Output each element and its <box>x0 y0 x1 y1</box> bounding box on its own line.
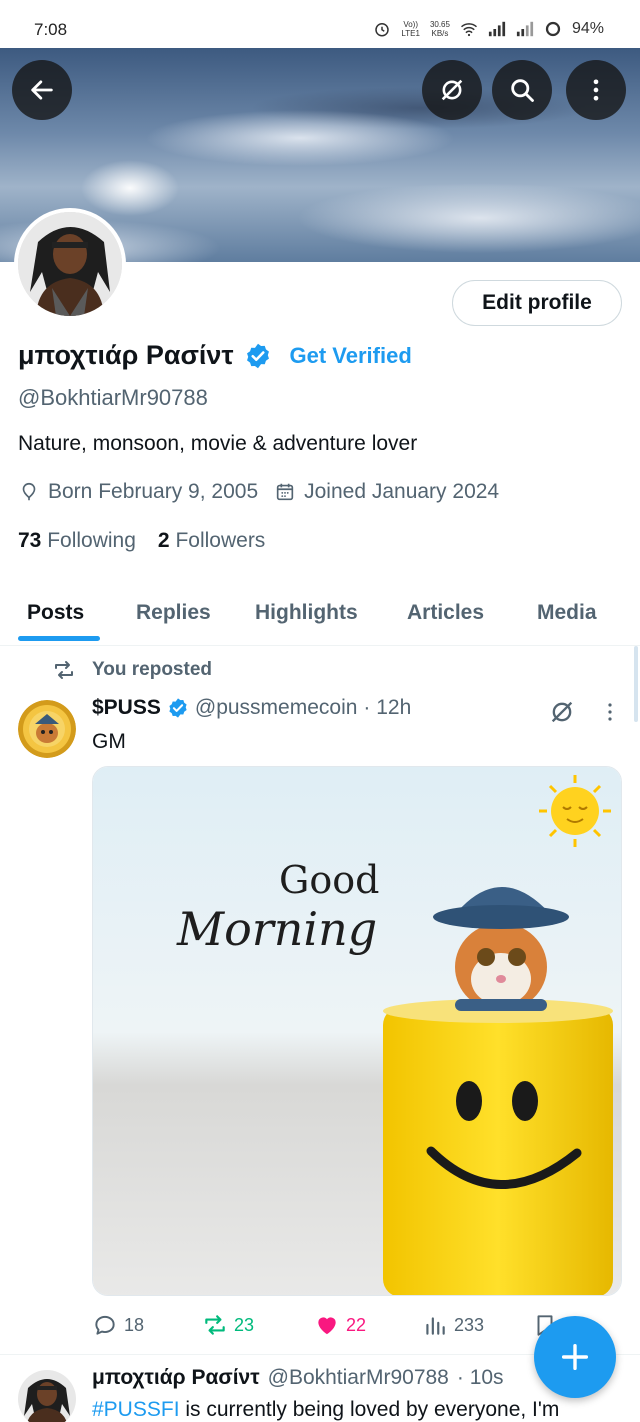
post-header: $PUSS @pussmemecoin · 12h <box>92 696 411 720</box>
joined-date: Joined January 2024 <box>304 480 500 503</box>
tab-replies[interactable]: Replies <box>136 580 211 646</box>
post2-time: · 10s <box>456 1366 504 1389</box>
grok-button[interactable] <box>422 60 482 120</box>
profile-handle: @BokhtiarMr90788 <box>18 385 208 410</box>
display-name: μποχτιάρ Ρασίντ <box>18 340 234 370</box>
avatar-image <box>18 212 122 316</box>
post2-author-avatar[interactable] <box>18 1370 76 1422</box>
profile-meta: Born February 9, 2005 Joined January 202… <box>18 480 499 504</box>
calendar-icon <box>276 483 294 501</box>
post-author-avatar[interactable] <box>18 700 76 758</box>
arrow-left-icon <box>31 80 53 100</box>
scrollbar[interactable] <box>634 646 638 722</box>
repost-icon <box>55 661 73 679</box>
compose-post-button[interactable] <box>534 1316 616 1398</box>
back-button[interactable] <box>12 60 72 120</box>
reply-icon <box>95 1315 115 1335</box>
profile-bio: Nature, monsoon, movie & adventure lover <box>18 432 418 455</box>
grok-icon <box>441 79 463 101</box>
post-author-handle[interactable]: @pussmemecoin <box>195 696 358 720</box>
get-verified-link[interactable]: Get Verified <box>290 343 412 369</box>
status-time: 7:08 <box>34 20 68 39</box>
plus-icon <box>561 1343 589 1371</box>
tab-articles[interactable]: Articles <box>407 580 484 646</box>
heart-icon <box>318 1317 336 1335</box>
volte-indicator: Vo)) LTE1 <box>401 20 420 38</box>
edit-profile-button[interactable]: Edit profile <box>452 280 622 326</box>
post2-header: μποχτιάρ Ρασίντ @BokhtiarMr90788 · 10s <box>92 1366 504 1390</box>
avatar-image <box>18 1370 76 1422</box>
morning-text: Morning <box>176 902 377 956</box>
more-button[interactable] <box>566 60 626 120</box>
profile-avatar[interactable] <box>14 208 126 320</box>
post2-author-handle[interactable]: @BokhtiarMr90788 <box>268 1366 449 1390</box>
reply-button[interactable]: 18 <box>92 1312 144 1338</box>
repost-label: You reposted <box>52 658 212 682</box>
battery-icon <box>545 21 561 37</box>
like-button[interactable]: 22 <box>314 1312 366 1338</box>
birthday-icon <box>22 482 36 501</box>
signal-icon <box>488 21 506 37</box>
search-button[interactable] <box>492 60 552 120</box>
repost-icon <box>205 1315 225 1335</box>
battery-percent: 94% <box>571 20 604 37</box>
post-author-name[interactable]: $PUSS <box>92 696 161 720</box>
wifi-icon <box>460 23 477 37</box>
repost-button[interactable]: 23 <box>202 1312 254 1338</box>
puss-coin-avatar <box>18 700 76 758</box>
more-vertical-icon <box>593 79 599 101</box>
profile-name-row: μποχτιάρ Ρασίντ Get Verified <box>18 340 412 371</box>
post-more-icon[interactable] <box>598 700 622 724</box>
status-bar: 7:08 Vo)) LTE1 30.65 KB/s 94% <box>0 0 640 48</box>
verified-badge-icon[interactable] <box>244 342 272 370</box>
analytics-icon <box>426 1317 445 1335</box>
follow-stats: 73 Following 2 Followers <box>18 529 265 553</box>
tab-highlights[interactable]: Highlights <box>255 580 358 646</box>
status-icons: Vo)) LTE1 30.65 KB/s 94% <box>373 20 604 38</box>
signal-icon-2 <box>516 21 534 37</box>
grok-icon[interactable] <box>548 698 576 726</box>
network-speed: 30.65 KB/s <box>429 20 450 38</box>
good-morning-image: Good Morning <box>93 767 621 1295</box>
post2-author-name[interactable]: μποχτιάρ Ρασίντ <box>92 1366 260 1390</box>
search-icon <box>511 79 534 102</box>
post-media-image[interactable]: Good Morning <box>92 766 622 1296</box>
hashtag-link[interactable]: #PUSSFI <box>92 1398 180 1421</box>
views-button[interactable]: 233 <box>422 1312 484 1338</box>
active-tab-indicator <box>18 636 100 641</box>
good-text: Good <box>279 858 379 902</box>
post-time: · 12h <box>363 696 412 719</box>
post2-text: #PUSSFI is currently being loved by ever… <box>92 1398 560 1421</box>
tab-media[interactable]: Media <box>537 580 597 646</box>
verified-badge-icon <box>169 698 187 718</box>
followers-link[interactable]: 2 Followers <box>158 529 265 553</box>
following-link[interactable]: 73 Following <box>18 529 136 553</box>
alarm-icon <box>375 23 390 37</box>
post-text: GM <box>92 730 126 753</box>
born-date: Born February 9, 2005 <box>48 480 259 503</box>
